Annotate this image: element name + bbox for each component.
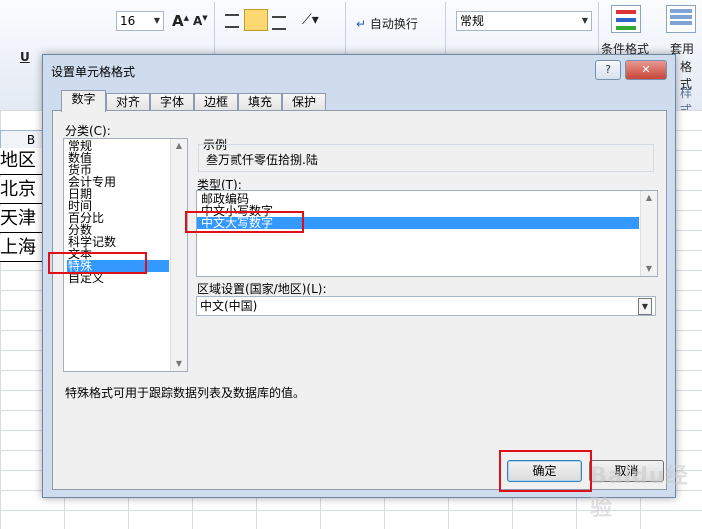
sample-value: 叁万贰仟零伍拾捌.陆 bbox=[206, 153, 318, 167]
format-description: 特殊格式可用于跟踪数据列表及数据库的值。 bbox=[65, 386, 306, 400]
tab-number[interactable]: 数字 bbox=[61, 90, 106, 112]
watermark: Baidu经验 bbox=[590, 464, 689, 521]
locale-label: 区域设置(国家/地区)(L): bbox=[197, 282, 327, 296]
cell-b4[interactable]: 上海 bbox=[0, 235, 44, 262]
format-cells-dialog: 设置单元格格式 ? ✕ 数字 对齐 字体 边框 填充 保护 分类(C): 常规 … bbox=[42, 54, 676, 498]
format-as-table-icon[interactable] bbox=[666, 5, 696, 33]
help-button[interactable]: ? bbox=[595, 60, 621, 80]
tab-panel-number: 分类(C): 常规 数值 货币 会计专用 日期 时间 百分比 分数 科学记数 文… bbox=[52, 110, 667, 490]
tab-alignment[interactable]: 对齐 bbox=[106, 93, 150, 111]
wrap-text-icon: ↵ bbox=[356, 17, 370, 31]
middle-align-button[interactable] bbox=[244, 9, 268, 31]
number-format-value: 常规 bbox=[460, 14, 485, 28]
bottom-align-icon[interactable] bbox=[272, 16, 286, 30]
orientation-icon[interactable]: ⟋▾ bbox=[302, 12, 319, 28]
scroll-down-icon[interactable]: ▼ bbox=[171, 357, 187, 371]
underline-button[interactable]: U bbox=[20, 50, 30, 64]
tab-font[interactable]: 字体 bbox=[150, 93, 194, 111]
category-label: 分类(C): bbox=[65, 124, 111, 138]
annotation-box-category bbox=[48, 252, 147, 274]
cell-b3[interactable]: 天津 bbox=[0, 206, 44, 233]
locale-value: 中文(中国) bbox=[200, 299, 258, 313]
number-format-combo[interactable]: 常规 ▼ bbox=[456, 11, 592, 31]
scroll-up-icon[interactable]: ▲ bbox=[171, 139, 187, 153]
annotation-box-type bbox=[185, 211, 304, 233]
chevron-down-icon: ▼ bbox=[581, 16, 588, 25]
category-scrollbar[interactable]: ▲ ▼ bbox=[170, 139, 187, 371]
type-list[interactable]: 邮政编码 中文小写数字 中文大写数字 ▲ ▼ bbox=[196, 190, 658, 277]
cell-b1[interactable]: 地区 bbox=[0, 148, 44, 175]
scroll-up-icon[interactable]: ▲ bbox=[641, 191, 657, 205]
close-button[interactable]: ✕ bbox=[625, 60, 667, 80]
sample-box: 叁万贰仟零伍拾捌.陆 bbox=[198, 144, 654, 172]
wrap-text-button[interactable]: ↵ 自动换行 bbox=[356, 15, 418, 32]
tab-protection[interactable]: 保护 bbox=[282, 93, 326, 111]
type-scrollbar[interactable]: ▲ ▼ bbox=[640, 191, 657, 276]
dialog-titlebar[interactable]: 设置单元格格式 ? ✕ bbox=[43, 55, 675, 85]
font-size-value: 16 bbox=[120, 14, 136, 28]
conditional-format-icon[interactable] bbox=[611, 5, 641, 33]
top-align-icon[interactable] bbox=[225, 14, 239, 28]
chevron-down-icon[interactable]: ▼ bbox=[638, 298, 652, 315]
grow-font-button[interactable]: A▲ bbox=[172, 12, 189, 30]
font-size-combo[interactable]: 16 ▼ bbox=[116, 11, 164, 31]
locale-select[interactable]: 中文(中国) ▼ bbox=[196, 296, 656, 316]
scroll-down-icon[interactable]: ▼ bbox=[641, 262, 657, 276]
tab-border[interactable]: 边框 bbox=[194, 93, 238, 111]
shrink-font-button[interactable]: A▼ bbox=[193, 14, 208, 28]
tab-fill[interactable]: 填充 bbox=[238, 93, 282, 111]
chevron-down-icon: ▼ bbox=[153, 16, 160, 25]
annotation-box-ok bbox=[499, 450, 592, 492]
cell-b2[interactable]: 北京 bbox=[0, 177, 44, 204]
dialog-title: 设置单元格格式 bbox=[51, 65, 136, 79]
